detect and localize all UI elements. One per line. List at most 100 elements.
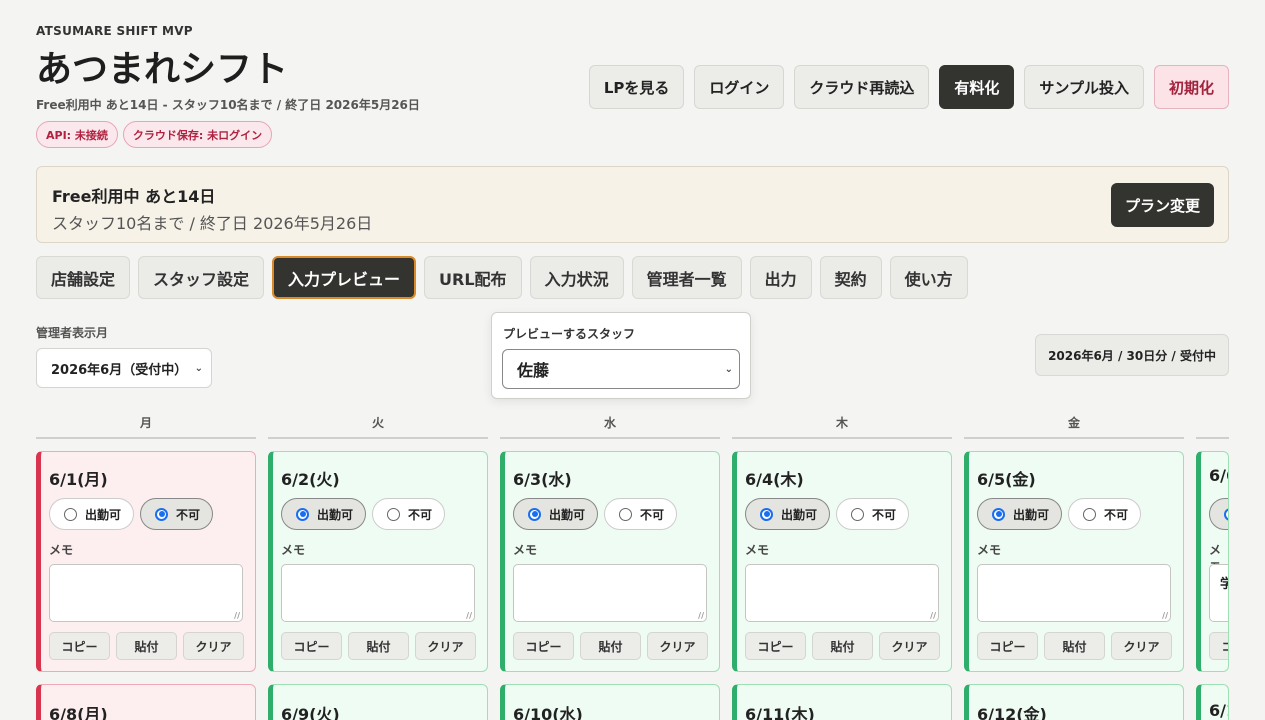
availability-radio-group: 出勤可 不可 xyxy=(745,498,910,530)
memo-textarea[interactable]: ∕∕ xyxy=(513,564,707,622)
radio-unavailable[interactable]: 不可 xyxy=(836,498,910,530)
radio-unavailable[interactable]: 不可 xyxy=(372,498,446,530)
resize-grip-icon[interactable]: ∕∕ xyxy=(466,611,472,620)
day-actions: コピー貼付クリア xyxy=(49,632,244,660)
day-date: 6/6 xyxy=(1209,466,1228,485)
memo-textarea[interactable]: ∕∕ xyxy=(745,564,939,622)
copy-button[interactable]: コピー xyxy=(745,632,806,660)
radio-available[interactable]: 出勤可 xyxy=(745,498,831,530)
month-select-label: 管理者表示月 xyxy=(36,326,109,340)
paste-button[interactable]: 貼付 xyxy=(580,632,641,660)
radio-icon[interactable] xyxy=(528,507,541,521)
radio-available[interactable]: 出勤可 xyxy=(49,498,135,530)
tab-admin-list[interactable]: 管理者一覧 xyxy=(631,256,742,299)
day-actions: コピー貼付クリア xyxy=(513,632,708,660)
weekday-header-fri: 金 xyxy=(964,414,1184,439)
tab-url-distribution[interactable]: URL配布 xyxy=(424,256,522,299)
weekday-header-mon: 月 xyxy=(36,414,256,439)
clear-button[interactable]: クリア xyxy=(1111,632,1172,660)
radio-icon[interactable] xyxy=(296,507,309,521)
day-date: 6/5(金) xyxy=(977,470,1036,489)
clear-button[interactable]: クリア xyxy=(879,632,940,660)
radio-unavailable-label: 不可 xyxy=(1104,507,1129,522)
tab-input-preview[interactable]: 入力プレビュー xyxy=(272,256,417,299)
memo-textarea[interactable]: ∕∕ xyxy=(49,564,243,622)
cloud-reload-button[interactable]: クラウド再読込 xyxy=(794,65,930,109)
upgrade-button[interactable]: 有料化 xyxy=(939,65,1015,109)
copy-button[interactable]: コピー xyxy=(281,632,342,660)
paste-button[interactable]: 貼付 xyxy=(348,632,409,660)
copy-button[interactable]: コピー xyxy=(977,632,1038,660)
radio-icon[interactable] xyxy=(992,507,1005,521)
radio-available-label: 出勤可 xyxy=(781,507,818,522)
tab-how-to[interactable]: 使い方 xyxy=(889,256,968,299)
api-status-badge: API: 未接続 xyxy=(36,121,118,148)
copy-button[interactable]: コピー xyxy=(49,632,110,660)
clear-button[interactable]: クリア xyxy=(415,632,476,660)
radio-available[interactable]: 出勤可 xyxy=(1209,498,1228,530)
chevron-down-icon: ⌄ xyxy=(194,363,203,374)
month-status-badge: 2026年6月 / 30日分 / 受付中 xyxy=(1035,334,1229,376)
memo-label: メモ xyxy=(745,543,770,557)
month-select[interactable]: 2026年6月（受付中） ⌄ xyxy=(36,348,212,388)
resize-grip-icon[interactable]: ∕∕ xyxy=(698,611,704,620)
clear-button[interactable]: クリア xyxy=(183,632,244,660)
login-button[interactable]: ログイン xyxy=(694,65,785,109)
memo-textarea[interactable]: ∕∕ xyxy=(977,564,1171,622)
day-date: 6/2(火) xyxy=(281,470,340,489)
radio-icon[interactable] xyxy=(851,507,865,521)
paste-button[interactable]: 貼付 xyxy=(1044,632,1105,660)
radio-icon[interactable] xyxy=(760,507,773,521)
radio-icon[interactable] xyxy=(1224,507,1228,521)
resize-grip-icon[interactable]: ∕∕ xyxy=(1162,611,1168,620)
clear-button[interactable]: クリア xyxy=(647,632,708,660)
paste-button[interactable]: 貼付 xyxy=(812,632,873,660)
day-card: 6/3(水) 出勤可 不可 メモ ∕∕ コピー 貼付 クリア xyxy=(500,451,720,672)
reset-button[interactable]: 初期化 xyxy=(1153,65,1229,109)
copy-button[interactable]: コピー xyxy=(513,632,574,660)
memo-textarea[interactable]: ∕∕ xyxy=(281,564,475,622)
day-card: 6/1(月) 出勤可 不可 メモ ∕∕ コピー 貼付 クリア xyxy=(36,451,256,672)
change-plan-button[interactable]: プラン変更 xyxy=(1110,183,1214,227)
plan-description: スタッフ10名まで / 終了日 2026年5月26日 xyxy=(52,214,373,233)
radio-available-label: 出勤可 xyxy=(1013,507,1050,522)
day-actions: コピー貼付クリア xyxy=(1209,632,1228,660)
day-date: 6/4(木) xyxy=(745,470,804,489)
tab-output[interactable]: 出力 xyxy=(749,256,812,299)
radio-unavailable[interactable]: 不可 xyxy=(140,498,214,530)
radio-icon[interactable] xyxy=(155,507,169,521)
paste-button[interactable]: 貼付 xyxy=(116,632,177,660)
memo-textarea[interactable]: 学∕∕ xyxy=(1209,564,1228,622)
radio-available[interactable]: 出勤可 xyxy=(977,498,1063,530)
radio-icon[interactable] xyxy=(619,507,633,521)
copy-button[interactable]: コピー xyxy=(1209,632,1228,660)
radio-icon[interactable] xyxy=(64,507,77,521)
radio-available[interactable]: 出勤可 xyxy=(281,498,367,530)
resize-grip-icon[interactable]: ∕∕ xyxy=(234,611,240,620)
view-lp-button[interactable]: LPを見る xyxy=(588,65,685,109)
resize-grip-icon[interactable]: ∕∕ xyxy=(930,611,936,620)
day-date: 6/10(水) xyxy=(513,705,583,720)
availability-radio-group: 出勤可 不可 xyxy=(977,498,1142,530)
tab-contract[interactable]: 契約 xyxy=(819,256,882,299)
radio-icon[interactable] xyxy=(387,507,401,521)
staff-select[interactable]: 佐藤 ⌄ xyxy=(502,349,740,389)
brand-label: ATSUMARE SHIFT MVP xyxy=(36,24,193,38)
day-actions: コピー貼付クリア xyxy=(977,632,1172,660)
radio-available[interactable]: 出勤可 xyxy=(513,498,599,530)
tab-store-settings[interactable]: 店舗設定 xyxy=(36,256,131,299)
radio-unavailable[interactable]: 不可 xyxy=(1068,498,1142,530)
tab-staff-settings[interactable]: スタッフ設定 xyxy=(138,256,265,299)
memo-label: メモ xyxy=(977,543,1002,557)
tab-input-status[interactable]: 入力状況 xyxy=(529,256,624,299)
day-card: 6/2(火) 出勤可 不可 メモ ∕∕ コピー 貼付 クリア xyxy=(268,451,488,672)
availability-radio-group: 出勤可 不可 xyxy=(49,498,214,530)
day-card: 6/1 xyxy=(1196,684,1229,720)
radio-icon[interactable] xyxy=(1083,507,1097,521)
radio-available-label: 出勤可 xyxy=(317,507,354,522)
day-card: 6/12(金) xyxy=(964,684,1184,720)
radio-unavailable-label: 不可 xyxy=(408,507,433,522)
day-date: 6/3(水) xyxy=(513,470,572,489)
radio-unavailable[interactable]: 不可 xyxy=(604,498,678,530)
sample-data-button[interactable]: サンプル投入 xyxy=(1024,65,1144,109)
